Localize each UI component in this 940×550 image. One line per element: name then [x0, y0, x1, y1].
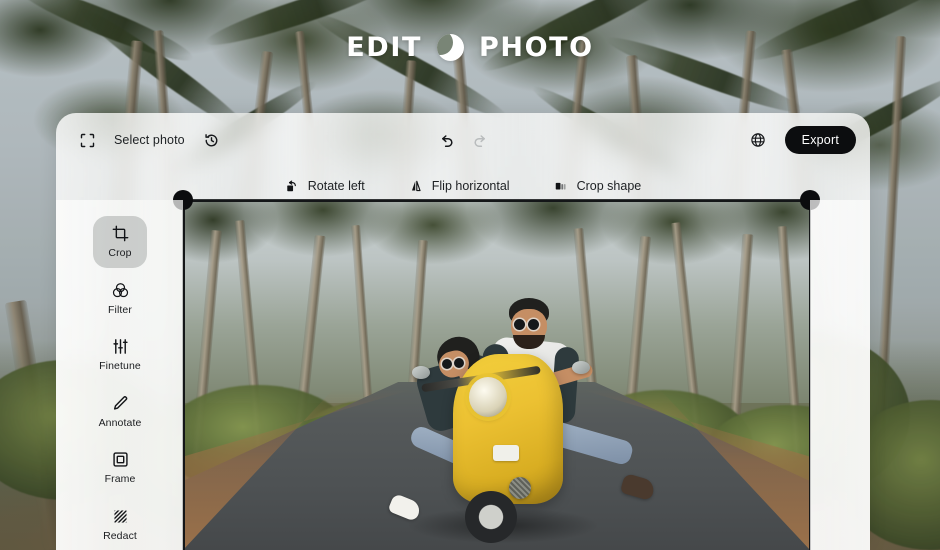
select-photo-frame-icon[interactable] — [74, 127, 100, 153]
tool-rail: Crop Filter Finetune Annotate Frame Reda… — [56, 205, 184, 550]
flip-horizontal-option[interactable]: Flip horizontal — [409, 179, 510, 194]
sidebar-item-finetune[interactable]: Finetune — [93, 329, 147, 381]
sidebar-item-annotate[interactable]: Annotate — [93, 386, 147, 438]
sidebar-item-redact-label: Redact — [103, 529, 137, 542]
sidebar-item-crop-label: Crop — [108, 247, 132, 260]
select-photo-label[interactable]: Select photo — [114, 133, 185, 147]
app-root: EDIT PHOTO Select photo Export Rotate le… — [0, 0, 940, 550]
sidebar-item-redact[interactable]: Redact — [93, 499, 147, 550]
rotate-left-label: Rotate left — [307, 179, 365, 193]
rotate-left-option[interactable]: Rotate left — [285, 179, 365, 194]
crop-icon — [112, 224, 129, 243]
finetune-sliders-icon — [112, 337, 129, 356]
photo-editor-panel: Select photo Export Rotate left Flip hor… — [56, 113, 870, 550]
sidebar-item-annotate-label: Annotate — [98, 416, 142, 429]
sidebar-item-crop[interactable]: Crop — [93, 216, 147, 268]
photo-rider-front-sunglasses — [514, 319, 526, 330]
photo-scooter-badge — [493, 445, 520, 461]
flip-horizontal-label: Flip horizontal — [431, 179, 510, 193]
annotate-pencil-icon — [112, 394, 129, 413]
sidebar-item-frame[interactable]: Frame — [93, 442, 147, 494]
crop-shape-option[interactable]: Crop shape — [554, 179, 642, 194]
photo-canvas[interactable] — [183, 200, 810, 550]
crop-shape-label: Crop shape — [576, 179, 642, 193]
undo-button[interactable] — [434, 127, 460, 153]
sidebar-item-filter-label: Filter — [108, 303, 132, 316]
photo-scooter-headlamp — [468, 376, 507, 417]
photo-rider-back-sunglasses — [441, 358, 452, 369]
canvas-area — [173, 190, 820, 550]
export-button[interactable]: Export — [784, 126, 856, 154]
frame-square-icon — [112, 450, 129, 469]
crop-shape-icon — [554, 179, 569, 194]
crop-options-toolbar: Rotate left Flip horizontal Crop shape — [56, 167, 870, 205]
photo-rider-back-sunglasses — [453, 357, 464, 368]
revert-history-icon[interactable] — [199, 127, 225, 153]
sidebar-item-filter[interactable]: Filter — [93, 273, 147, 325]
photo-scooter-vent — [509, 476, 532, 499]
rotate-left-icon — [285, 179, 300, 194]
redo-button[interactable] — [466, 127, 492, 153]
globe-language-icon[interactable] — [745, 127, 771, 153]
redact-hatch-icon — [112, 507, 129, 526]
photo-scooter-mirror — [571, 361, 590, 374]
photo-scooter-wheel — [465, 491, 518, 543]
sidebar-item-finetune-label: Finetune — [99, 360, 141, 373]
edited-photo — [183, 200, 810, 550]
editor-top-toolbar: Select photo Export — [56, 113, 870, 167]
sidebar-item-frame-label: Frame — [104, 473, 136, 486]
filter-venn-icon — [112, 281, 129, 300]
flip-horizontal-icon — [409, 179, 424, 194]
panel-right-gutter — [810, 200, 870, 550]
